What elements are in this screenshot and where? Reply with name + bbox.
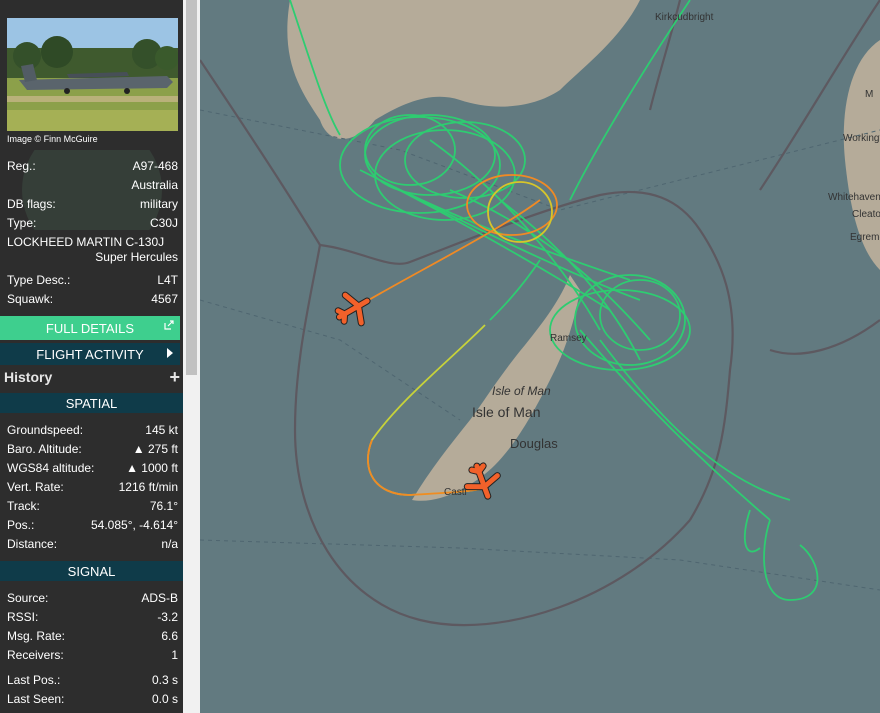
receivers-label: Receivers: bbox=[7, 648, 64, 662]
type-label: Type: bbox=[7, 216, 37, 230]
type-desc-value: L4T bbox=[157, 273, 178, 287]
wgs84-altitude-label: WGS84 altitude: bbox=[7, 461, 95, 475]
reg-value: A97-468 bbox=[132, 159, 178, 173]
external-link-icon bbox=[164, 320, 174, 330]
msg-rate-value: 6.6 bbox=[161, 629, 178, 643]
baro-altitude-label: Baro. Altitude: bbox=[7, 442, 82, 456]
squawk-row: Squawk: 4567 bbox=[7, 290, 178, 308]
map-canvas[interactable]: Kirkcudbright Workingt Whitehaven Cleato… bbox=[200, 0, 880, 713]
place-label-isle-of-man: Isle of Man bbox=[472, 404, 540, 420]
full-details-button[interactable]: FULL DETAILS bbox=[0, 316, 180, 340]
signal-row: Receivers: 1 bbox=[7, 646, 178, 664]
type-full2: Super Hercules bbox=[95, 250, 178, 264]
track-label: Track: bbox=[7, 499, 40, 513]
wgs84-altitude-value: ▲ 1000 ft bbox=[126, 461, 178, 475]
place-label-whitehaven: Whitehaven bbox=[828, 192, 880, 203]
spatial-row: Pos.: 54.085°, -4.614° bbox=[7, 516, 178, 534]
signal-row: RSSI: -3.2 bbox=[7, 608, 178, 626]
type-desc-row: Type Desc.: L4T bbox=[7, 271, 178, 289]
rssi-value: -3.2 bbox=[157, 610, 178, 624]
place-label-ramsey: Ramsey bbox=[550, 333, 587, 344]
photo-credit: Image © Finn McGuire bbox=[7, 134, 98, 144]
groundspeed-label: Groundspeed: bbox=[7, 423, 84, 437]
flight-activity-button[interactable]: FLIGHT ACTIVITY bbox=[0, 343, 180, 365]
type-desc-label: Type Desc.: bbox=[7, 273, 71, 287]
place-label-castletown: Castl bbox=[444, 487, 467, 498]
spatial-row: Distance: n/a bbox=[7, 535, 178, 553]
source-label: Source: bbox=[7, 591, 49, 605]
signal-row: Msg. Rate: 6.6 bbox=[7, 627, 178, 645]
last-seen-value: 0.0 s bbox=[151, 692, 178, 706]
spatial-row: Vert. Rate: 1216 ft/min bbox=[7, 478, 178, 496]
receivers-value: 1 bbox=[171, 648, 178, 662]
db-flags-row: DB flags: military bbox=[7, 195, 178, 213]
source-value: ADS-B bbox=[141, 591, 178, 605]
history-label: History bbox=[4, 369, 53, 385]
squawk-value: 4567 bbox=[151, 292, 178, 306]
aircraft-photo[interactable] bbox=[7, 18, 178, 131]
scrollbar-thumb[interactable] bbox=[186, 0, 197, 375]
type-full: LOCKHEED MARTIN C-130J bbox=[7, 235, 165, 249]
db-flags-value: military bbox=[140, 197, 178, 211]
place-label-workington: Workingt bbox=[843, 133, 880, 144]
distance-label: Distance: bbox=[7, 537, 58, 551]
spatial-row: WGS84 altitude: ▲ 1000 ft bbox=[7, 459, 178, 477]
history-toggle[interactable]: History + bbox=[4, 367, 180, 388]
flight-activity-label: FLIGHT ACTIVITY bbox=[36, 346, 144, 362]
reg-label: Reg.: bbox=[7, 159, 36, 173]
spatial-row: Baro. Altitude: ▲ 275 ft bbox=[7, 440, 178, 458]
spatial-header: SPATIAL bbox=[0, 393, 183, 413]
distance-value: n/a bbox=[161, 537, 178, 551]
signal-row: Source: ADS-B bbox=[7, 589, 178, 607]
reg-row: Reg.: A97-468 bbox=[7, 157, 178, 175]
place-label-egremont: Egremo bbox=[850, 232, 880, 243]
map-view[interactable]: Kirkcudbright Workingt Whitehaven Cleato… bbox=[200, 0, 880, 713]
place-label-isle-of-man-italic: Isle of Man bbox=[492, 384, 551, 398]
rssi-label: RSSI: bbox=[7, 610, 39, 624]
plus-icon[interactable]: + bbox=[169, 367, 180, 388]
db-flags-label: DB flags: bbox=[7, 197, 56, 211]
spatial-row: Track: 76.1° bbox=[7, 497, 178, 515]
signal-header: SIGNAL bbox=[0, 561, 183, 581]
type-row: Type: C30J bbox=[7, 214, 178, 232]
spatial-title: SPATIAL bbox=[65, 395, 118, 411]
signal-row: Last Seen: 0.0 s bbox=[7, 690, 178, 708]
baro-altitude-value: ▲ 275 ft bbox=[132, 442, 178, 456]
position-label: Pos.: bbox=[7, 518, 35, 532]
place-label-cleator: Cleato bbox=[852, 209, 880, 220]
vert-rate-label: Vert. Rate: bbox=[7, 480, 64, 494]
type-value: C30J bbox=[149, 216, 178, 230]
place-label-kirkcudbright: Kirkcudbright bbox=[655, 12, 714, 23]
place-label-douglas: Douglas bbox=[510, 436, 558, 451]
groundspeed-value: 145 kt bbox=[145, 423, 178, 437]
spatial-row: Groundspeed: 145 kt bbox=[7, 421, 178, 439]
last-pos-value: 0.3 s bbox=[151, 673, 178, 687]
msg-rate-label: Msg. Rate: bbox=[7, 629, 66, 643]
country-row: Australia bbox=[7, 176, 178, 194]
signal-title: SIGNAL bbox=[67, 563, 116, 579]
signal-row: Last Pos.: 0.3 s bbox=[7, 671, 178, 689]
vert-rate-value: 1216 ft/min bbox=[118, 480, 178, 494]
sidebar-scrollbar[interactable] bbox=[183, 0, 200, 713]
type-full2-row: Super Hercules bbox=[7, 248, 178, 266]
chevron-right-icon bbox=[167, 348, 173, 358]
squawk-label: Squawk: bbox=[7, 292, 54, 306]
country-value: Australia bbox=[131, 178, 178, 192]
last-pos-label: Last Pos.: bbox=[7, 673, 61, 687]
position-value: 54.085°, -4.614° bbox=[91, 518, 178, 532]
last-seen-label: Last Seen: bbox=[7, 692, 65, 706]
track-value: 76.1° bbox=[149, 499, 178, 513]
info-sidebar: Image © Finn McGuire Reg.: A97-468 Austr… bbox=[0, 0, 183, 713]
place-label-edge-m: M bbox=[865, 89, 873, 100]
full-details-label: FULL DETAILS bbox=[45, 320, 135, 336]
